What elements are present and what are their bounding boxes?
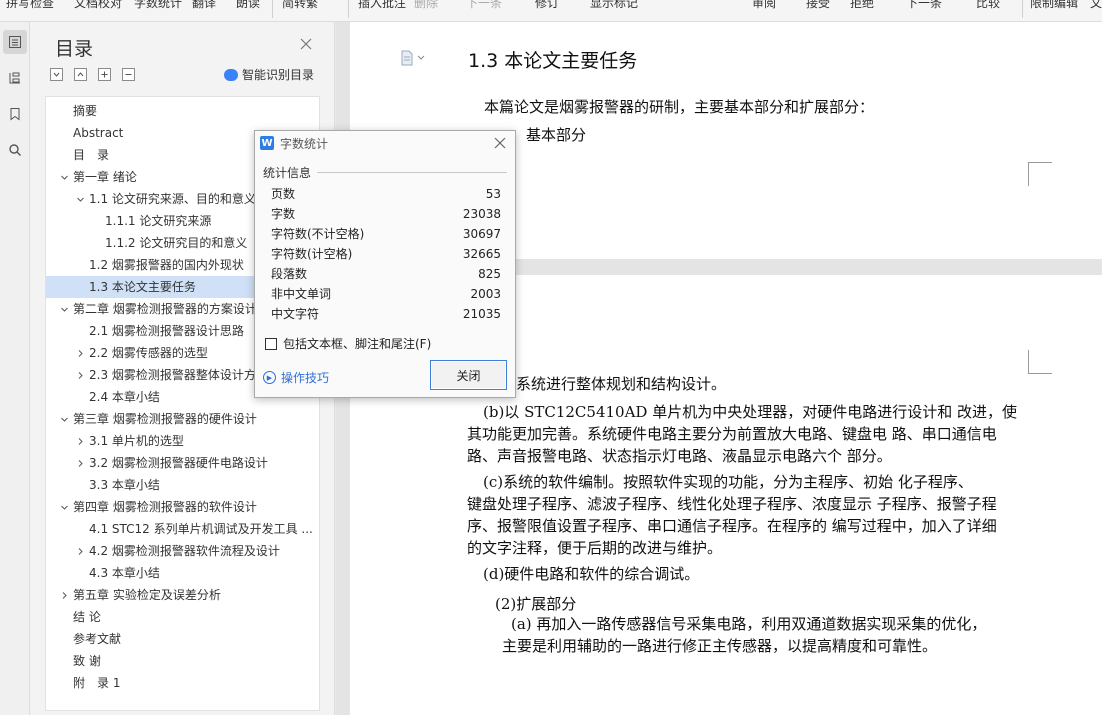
page-corner-mark (1028, 162, 1052, 186)
play-icon: ▶ (263, 371, 276, 384)
translate-button[interactable]: 翻译 (192, 0, 216, 11)
toolbar-overflow-item[interactable]: 文 (1090, 0, 1102, 11)
chevron-down-icon[interactable] (58, 496, 70, 518)
chevron-right-icon[interactable] (74, 540, 86, 562)
restrict-editing-button[interactable]: 限制编辑 (1030, 0, 1078, 11)
word-count-button[interactable]: 字数统计 (134, 0, 182, 11)
stat-row: 页数 53 (271, 187, 501, 201)
chevron-down-icon[interactable] (58, 298, 70, 320)
toc-item[interactable]: 第三章 烟雾检测报警器的硬件设计 (46, 408, 319, 430)
smart-toc-label: 智能识别目录 (242, 68, 315, 82)
chevron-right-icon[interactable] (58, 584, 70, 606)
body-line: 键盘处理子程序、滤波子程序、线性化处理子程序、浓度显示 子程序、报警子程 (467, 495, 997, 513)
body-line: 其功能更加完善。系统硬件电路主要分为前置放大电路、键盘电 路、串口通信电 (467, 425, 997, 443)
toc-item[interactable]: 摘要 (46, 100, 319, 122)
stat-row: 字符数(计空格) 32665 (271, 247, 501, 261)
body-line: (2)扩展部分 (495, 595, 577, 613)
toc-item[interactable]: 3.1 单片机的选型 (46, 430, 319, 452)
basic-part-text: 基本部分 (526, 126, 587, 144)
toc-item[interactable]: 参考文献 (46, 628, 319, 650)
remove-item-icon[interactable] (122, 68, 135, 81)
wps-logo-icon: W (260, 136, 274, 150)
next-comment-button[interactable]: 下一条 (466, 0, 502, 11)
stat-row: 字符数(不计空格) 30697 (271, 227, 501, 241)
show-markup-button[interactable]: 显示标记 (590, 0, 638, 11)
stat-row: 段落数 825 (271, 267, 501, 281)
bookmark-icon[interactable] (3, 102, 27, 126)
chevron-right-icon[interactable] (74, 452, 86, 474)
chevron-right-icon[interactable] (74, 430, 86, 452)
intro-text: 本篇论文是烟雾报警器的研制，主要基本部分和扩展部分： (484, 98, 875, 116)
toc-close-icon[interactable] (298, 36, 314, 52)
body-line: 主要是利用辅助的一路进行修正主传感器，以提高精度和可靠性。 (502, 637, 938, 655)
include-footnotes-option[interactable]: 包括文本框、脚注和尾注(F) (265, 335, 431, 352)
toc-item[interactable]: 4.3 本章小结 (46, 562, 319, 584)
body-line: (c)系统的软件编制。按照软件实现的功能，分为主程序、初始 化子程序、 (483, 473, 973, 491)
page-corner-mark (1028, 350, 1052, 374)
chevron-right-icon[interactable] (74, 364, 86, 386)
navigation-icon[interactable] (3, 66, 27, 90)
dropdown-caret-icon (417, 55, 425, 60)
revise-button[interactable]: 修订 (535, 0, 559, 11)
include-footnotes-label: 包括文本框、脚注和尾注(F) (283, 337, 432, 351)
simplified-traditional-button[interactable]: 简转繁 (282, 0, 318, 11)
expand-up-icon[interactable] (74, 68, 87, 81)
word-count-dialog: W 字数统计 统计信息 页数 53 字数 23038 字符数(不计空格) 30697 … (254, 130, 516, 398)
body-line: 路、声音报警电路、状态指示灯电路、液晶显示电路六个 部分。 (467, 447, 892, 465)
toc-item[interactable]: 第四章 烟雾检测报警器的软件设计 (46, 496, 319, 518)
body-line: 的文字注释，便于后期的改进与维护。 (467, 539, 723, 557)
smart-toc-button[interactable]: 智能识别目录 (224, 66, 314, 83)
close-button[interactable]: 关闭 (430, 360, 507, 390)
toc-icon[interactable] (3, 30, 27, 54)
chevron-down-icon[interactable] (74, 188, 86, 210)
chevron-right-icon[interactable] (74, 342, 86, 364)
section-heading: 1.3 本论文主要任务 (468, 50, 638, 72)
stat-row: 字数 23038 (271, 207, 501, 221)
review-button[interactable]: 审阅 (752, 0, 776, 11)
delete-comment-button[interactable]: 删除 (414, 0, 438, 11)
toc-item[interactable]: 4.1 STC12 系列单片机调试及开发工具 ... (46, 518, 319, 540)
body-line: 系统进行整体规划和结构设计。 (516, 375, 727, 393)
toc-item[interactable]: 3.2 烟雾检测报警器硬件电路设计 (46, 452, 319, 474)
add-item-icon[interactable] (98, 68, 111, 81)
section-divider (317, 172, 507, 173)
stats-section-label: 统计信息 (263, 166, 312, 180)
document-icon (401, 50, 413, 66)
ribbon-toolbar: 拼写检查 文档校对 字数统计 翻译 朗读 简转繁 插入批注 删除 下一条 修订 … (0, 0, 1102, 22)
dialog-title: 字数统计 (280, 137, 329, 151)
dialog-titlebar[interactable]: W 字数统计 (255, 131, 515, 155)
proofread-button[interactable]: 文档校对 (74, 0, 122, 11)
robot-icon (224, 68, 238, 81)
tips-label: 操作技巧 (281, 371, 330, 385)
collapse-all-icon[interactable] (50, 68, 63, 81)
tips-link[interactable]: ▶ 操作技巧 (263, 369, 329, 386)
spell-check-button[interactable]: 拼写检查 (6, 0, 54, 11)
toc-item[interactable]: 4.2 烟雾检测报警器软件流程及设计 (46, 540, 319, 562)
stat-row: 中文字符 21035 (271, 307, 501, 321)
toc-item[interactable]: 致 谢 (46, 650, 319, 672)
toc-item[interactable]: 附 录 1 (46, 672, 319, 694)
include-footnotes-checkbox[interactable] (265, 337, 277, 350)
body-line: (b)以 STC12C5410AD 单片机为中央处理器，对硬件电路进行设计和 改… (483, 403, 1017, 421)
toc-item[interactable]: 第五章 实验检定及误差分析 (46, 584, 319, 606)
insert-comment-button[interactable]: 插入批注 (358, 0, 406, 11)
reject-button[interactable]: 拒绝 (850, 0, 874, 11)
search-icon[interactable] (3, 138, 27, 162)
toc-title: 目录 (55, 38, 94, 60)
chevron-down-icon[interactable] (58, 408, 70, 430)
read-aloud-button[interactable]: 朗读 (236, 0, 260, 11)
paragraph-menu-button[interactable] (400, 50, 425, 66)
compare-button[interactable]: 比较 (976, 0, 1000, 11)
next-change-button[interactable]: 下一条 (906, 0, 942, 11)
toc-item[interactable]: 3.3 本章小结 (46, 474, 319, 496)
toc-item[interactable]: 结 论 (46, 606, 319, 628)
body-line: (d)硬件电路和软件的综合调试。 (483, 565, 700, 583)
chevron-down-icon[interactable] (58, 166, 70, 188)
accept-button[interactable]: 接受 (806, 0, 830, 11)
body-line: 序、报警限值设置子程序、串口通信子程序。在程序的 编写过程中，加入了详细 (467, 517, 997, 535)
stat-row: 非中文单词 2003 (271, 287, 501, 301)
body-line: (a) 再加入一路传感器信号采集电路，利用双通道数据实现采集的优化， (511, 615, 987, 633)
side-icon-rail (0, 22, 30, 715)
dialog-close-icon[interactable] (493, 136, 507, 150)
